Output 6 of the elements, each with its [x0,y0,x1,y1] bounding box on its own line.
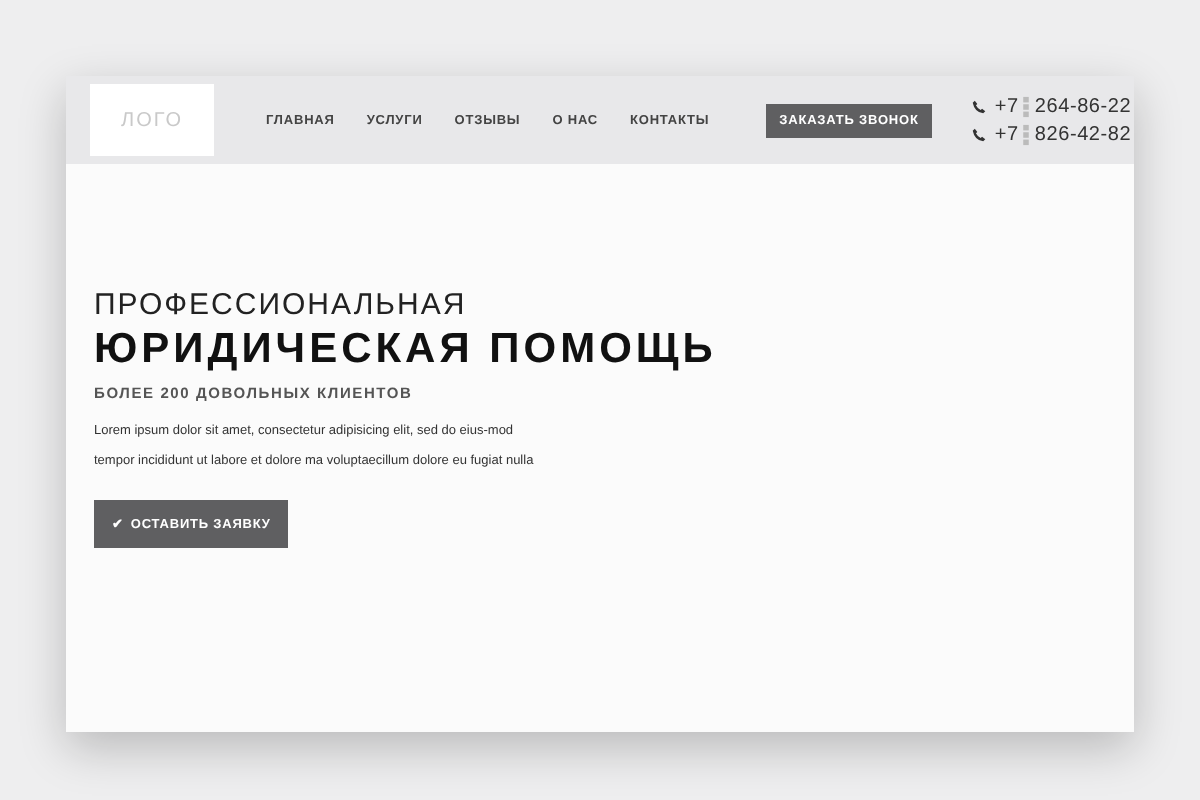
phone-number: 826-42-82 [1034,123,1132,145]
phone-number: 264-86-22 [1034,95,1132,117]
hero-title: ЮРИДИЧЕСКАЯ ПОМОЩЬ [94,326,719,374]
hero-subtitle: ПРОФЕССИОНАЛЬНАЯ [94,288,469,322]
phone-prefix: +7 [994,123,1019,145]
phone-prefix: +7 [994,95,1019,117]
